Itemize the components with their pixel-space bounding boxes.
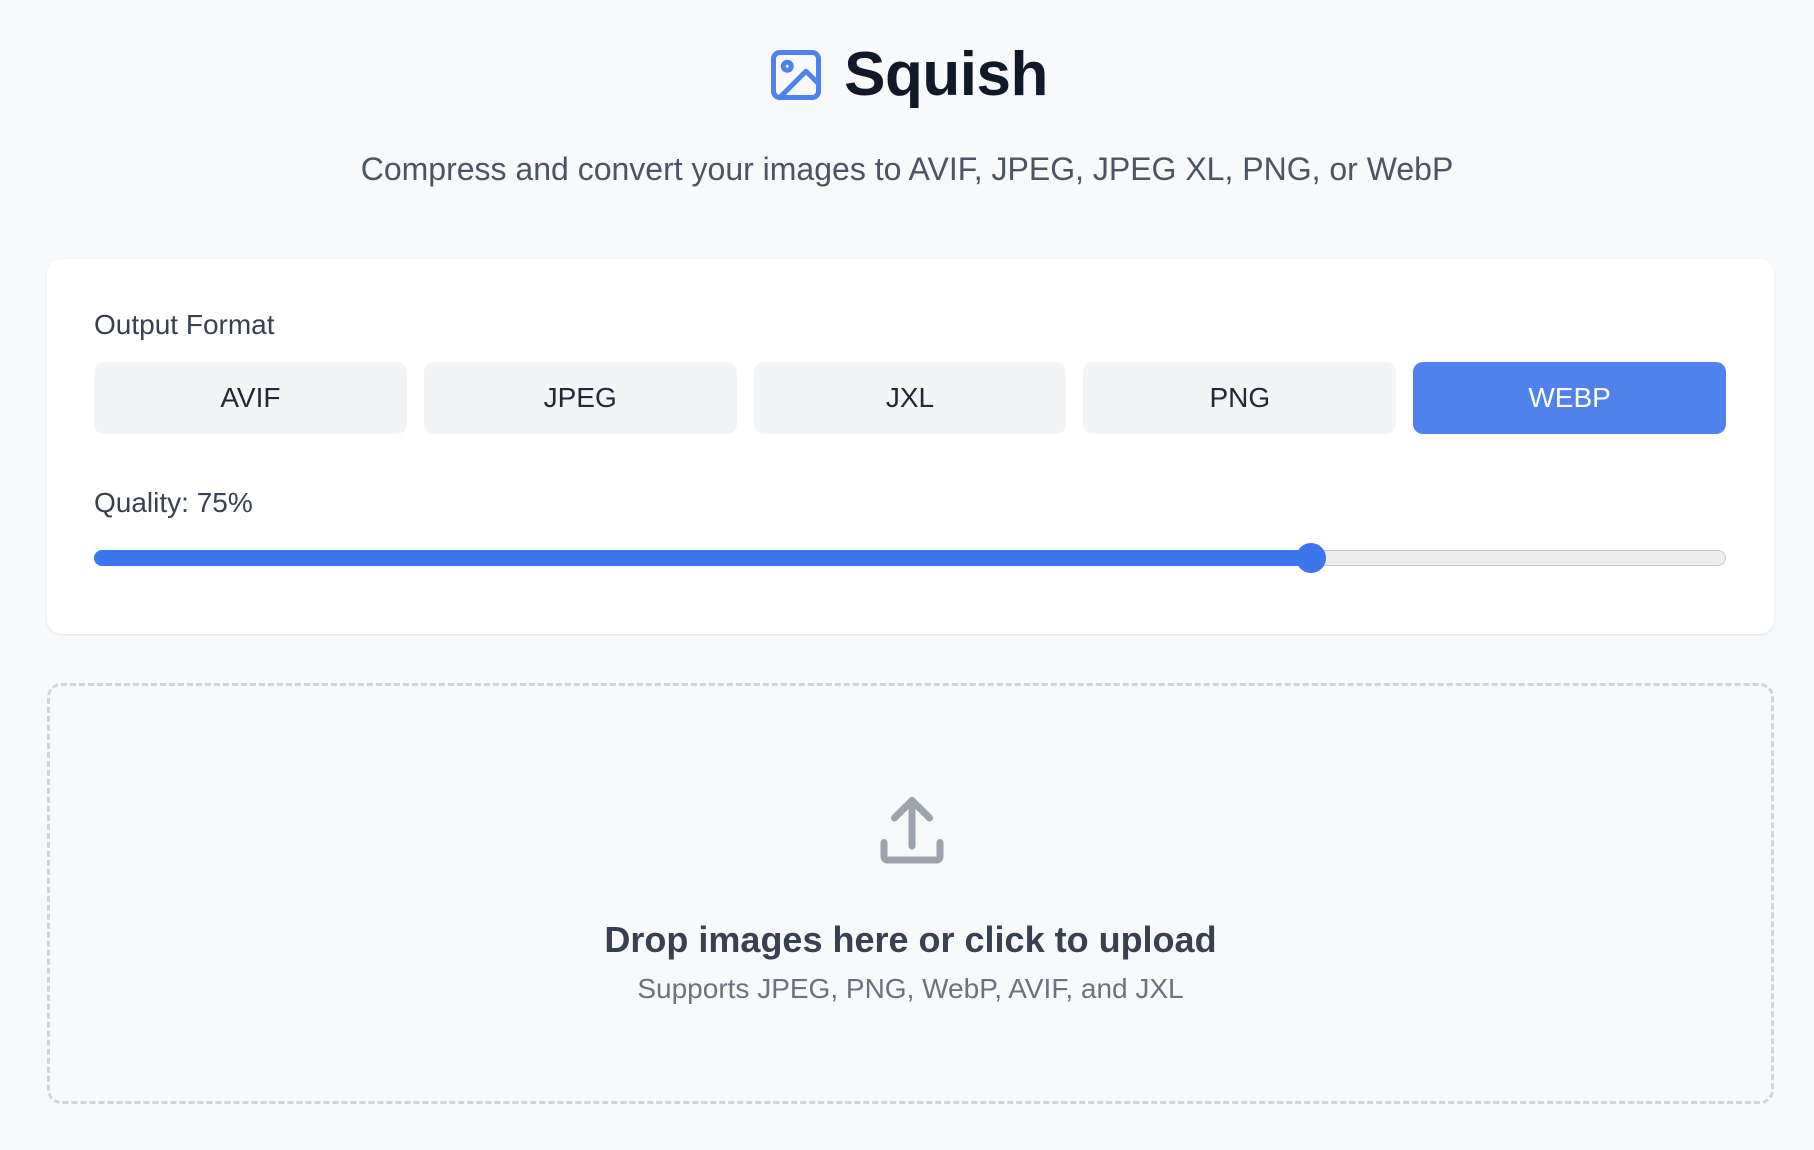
quality-label: Quality: 75% — [94, 487, 253, 518]
upload-dropzone[interactable]: Drop images here or click to upload Supp… — [47, 683, 1774, 1104]
output-format-label: Output Format — [94, 309, 275, 340]
format-button-webp[interactable]: WEBP — [1413, 362, 1726, 434]
format-button-jpeg[interactable]: JPEG — [423, 362, 737, 434]
upload-icon — [880, 797, 944, 864]
dropzone-title: Drop images here or click to upload — [604, 919, 1217, 960]
slider-thumb[interactable] — [1295, 543, 1326, 573]
image-icon — [771, 50, 822, 100]
quality-slider[interactable] — [94, 543, 1726, 573]
app-title: Squish — [844, 40, 1048, 109]
format-button-avif[interactable]: AVIF — [94, 362, 407, 434]
format-selector: AVIF JPEG JXL PNG WEBP — [94, 362, 1726, 434]
app-subtitle: Compress and convert your images to AVIF… — [360, 151, 1454, 187]
dropzone-hint: Supports JPEG, PNG, WebP, AVIF, and JXL — [637, 973, 1184, 1004]
slider-fill — [94, 550, 1311, 566]
format-button-png[interactable]: PNG — [1083, 362, 1397, 434]
settings-card: Output Format AVIF JPEG JXL PNG WEBP Qua… — [47, 259, 1774, 634]
format-button-jxl[interactable]: JXL — [753, 362, 1067, 434]
app-header: Squish — [0, 44, 1814, 106]
